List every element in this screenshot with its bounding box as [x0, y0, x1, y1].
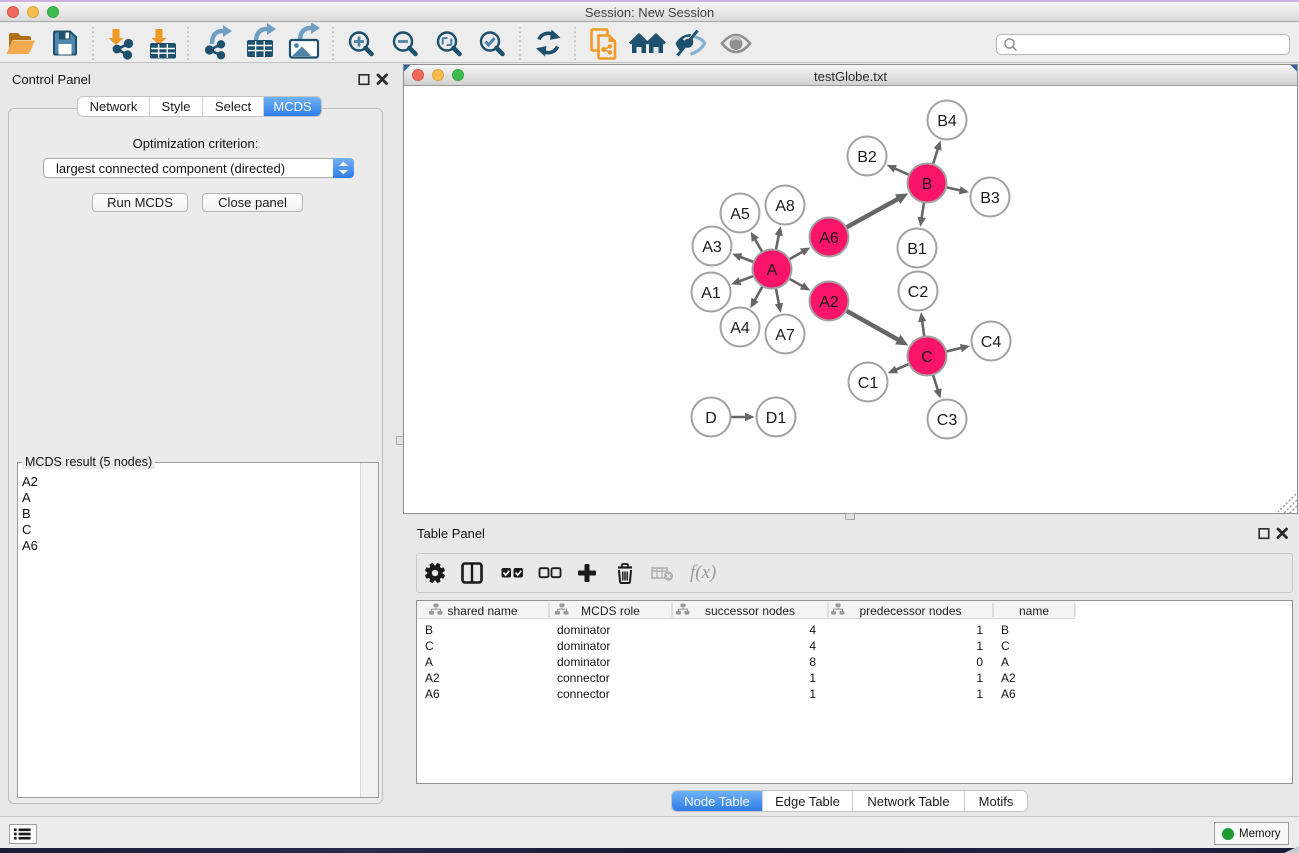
svg-text:B: B [922, 176, 933, 193]
svg-text:B2: B2 [857, 149, 877, 166]
svg-text:B4: B4 [937, 113, 957, 130]
svg-text:A7: A7 [775, 327, 795, 344]
svg-text:C4: C4 [981, 334, 1002, 351]
svg-text:B3: B3 [980, 190, 1000, 207]
svg-text:C2: C2 [908, 284, 929, 301]
svg-text:A8: A8 [775, 198, 795, 215]
svg-text:C1: C1 [858, 375, 879, 392]
svg-text:D1: D1 [766, 410, 787, 427]
svg-text:C3: C3 [937, 412, 958, 429]
svg-text:A: A [767, 262, 778, 279]
svg-text:C: C [921, 349, 933, 366]
svg-text:A5: A5 [730, 206, 750, 223]
svg-text:A1: A1 [701, 285, 721, 302]
svg-text:A6: A6 [819, 230, 839, 247]
svg-text:A3: A3 [702, 239, 722, 256]
svg-text:A4: A4 [730, 320, 750, 337]
svg-text:A2: A2 [819, 294, 839, 311]
svg-text:B1: B1 [907, 241, 927, 258]
svg-text:D: D [705, 410, 717, 427]
